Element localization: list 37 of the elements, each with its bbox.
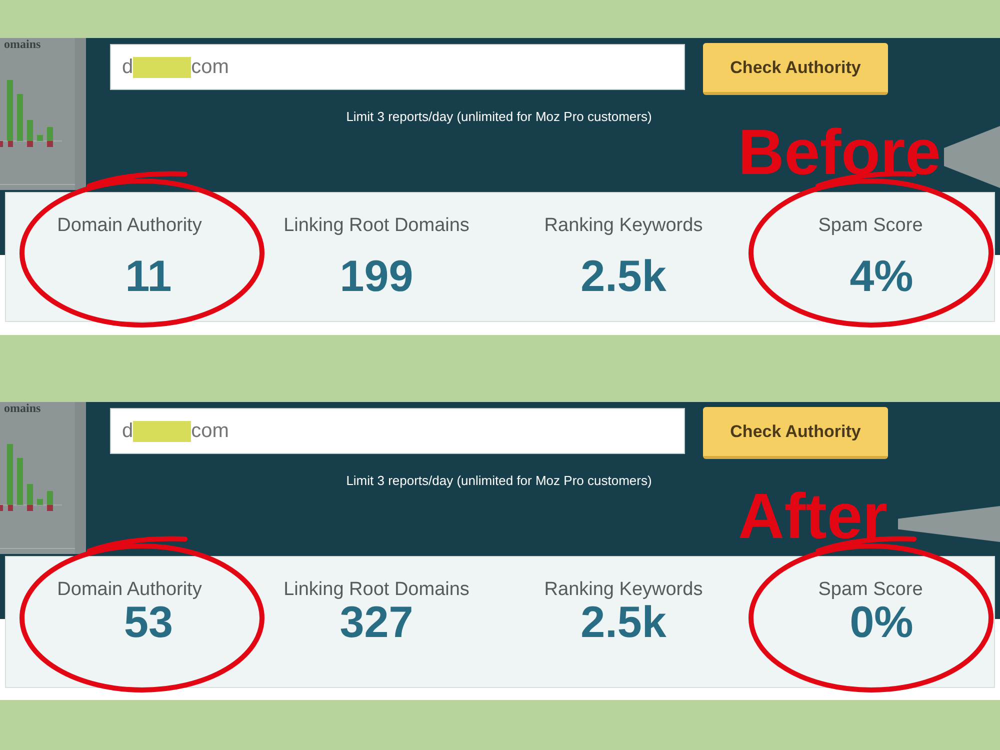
chart-bar xyxy=(47,127,53,141)
negative-bar xyxy=(0,505,3,511)
metric-value: 2.5k xyxy=(580,252,666,302)
negative-bar xyxy=(8,141,13,147)
light-beam-drawing xyxy=(944,126,1000,188)
chart-bar xyxy=(17,458,23,505)
chart-bar xyxy=(37,499,43,505)
limit-note: Limit 3 reports/day (unlimited for Moz Pro customers) xyxy=(345,109,653,125)
chart-bar xyxy=(37,135,43,141)
negative-bar xyxy=(47,505,53,511)
sidebar-heading: omains xyxy=(3,38,42,52)
negative-bar xyxy=(47,141,53,147)
check-authority-button[interactable]: Check Authority xyxy=(703,407,888,459)
negative-bar xyxy=(27,141,33,147)
chart-bar xyxy=(27,484,33,505)
annotation-label: After xyxy=(738,484,888,548)
annotation-label: Before xyxy=(738,120,941,184)
sidebar-heading: omains xyxy=(3,402,42,416)
url-input-field[interactable]: d com xyxy=(110,44,685,90)
chart-bar xyxy=(47,491,53,505)
metric-value: 11 xyxy=(125,252,172,302)
chart-bar xyxy=(27,120,33,141)
negative-bar xyxy=(27,505,33,511)
metric-label: Ranking Keywords xyxy=(544,214,703,238)
metric-value: 199 xyxy=(340,252,414,302)
check-authority-button[interactable]: Check Authority xyxy=(703,43,888,95)
metric-label: Spam Score xyxy=(818,214,923,238)
url-input-field[interactable]: d com xyxy=(110,408,685,454)
metric-value: 4% xyxy=(850,252,914,302)
chart-bar xyxy=(7,80,13,141)
limit-note: Limit 3 reports/day (unlimited for Moz Pro customers) xyxy=(345,473,653,489)
metric-label: Domain Authority xyxy=(57,214,202,238)
metric-label: Linking Root Domains xyxy=(284,214,470,238)
chart-bar xyxy=(7,444,13,505)
negative-bar xyxy=(0,141,3,147)
negative-bar xyxy=(8,505,13,511)
chart-bar xyxy=(17,94,23,141)
